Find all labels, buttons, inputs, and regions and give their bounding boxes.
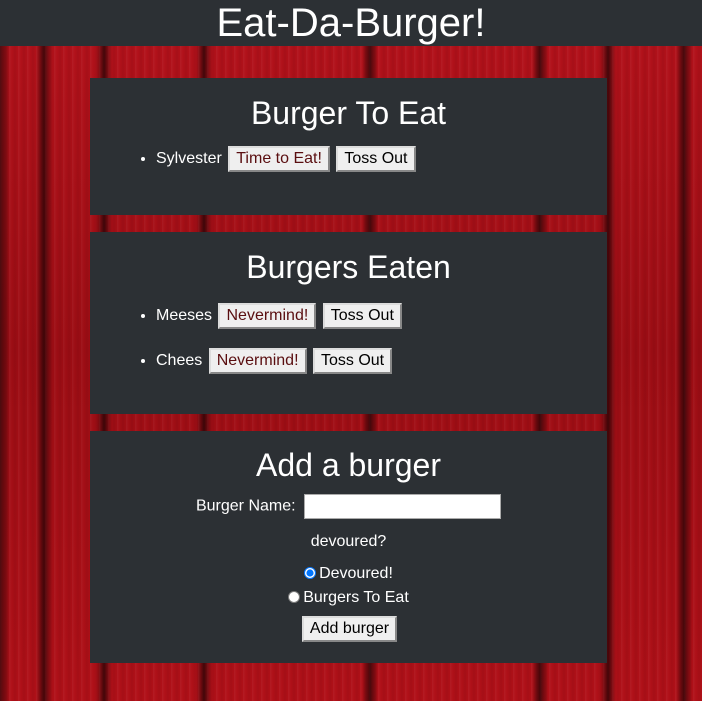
burger-name-input[interactable]	[304, 494, 502, 519]
devoured-radio[interactable]	[304, 567, 317, 579]
burger-name-label: Burger Name:	[195, 497, 296, 515]
burger-name: Sylvester	[156, 150, 222, 167]
page-header: Eat-Da-Burger!	[0, 0, 702, 46]
devoured-radio-group: Devoured! Burgers To Eat	[90, 562, 607, 610]
to-eat-radio-label[interactable]: Burgers To Eat	[303, 589, 409, 606]
devoured-option: Devoured!	[90, 562, 607, 586]
list-item: Chees Nevermind! Toss Out	[156, 348, 607, 374]
devoured-question: devoured?	[310, 533, 387, 550]
to-eat-heading: Burger To Eat	[250, 95, 447, 131]
to-eat-option: Burgers To Eat	[90, 586, 607, 610]
add-burger-heading: Add a burger	[255, 447, 441, 483]
toss-out-button[interactable]: Toss Out	[322, 303, 402, 329]
burgers-to-eat-panel: Burger To Eat Sylvester Time to Eat! Tos…	[90, 78, 607, 215]
toss-out-button[interactable]: Toss Out	[312, 348, 393, 374]
nevermind-button[interactable]: Nevermind!	[218, 303, 317, 329]
burger-name-row: Burger Name:	[90, 494, 607, 519]
burger-name: Chees	[156, 352, 203, 369]
submit-row: Add burger	[90, 616, 607, 642]
to-eat-radio[interactable]	[288, 591, 301, 603]
burgers-eaten-panel: Burgers Eaten Meeses Nevermind! Toss Out…	[90, 232, 607, 414]
burger-name: Meeses	[156, 307, 213, 324]
add-burger-button[interactable]: Add burger	[301, 616, 398, 642]
page-title: Eat-Da-Burger!	[216, 1, 486, 45]
nevermind-button[interactable]: Nevermind!	[208, 348, 307, 374]
toss-out-button[interactable]: Toss Out	[336, 146, 416, 172]
eaten-heading: Burgers Eaten	[246, 249, 451, 285]
eaten-list: Meeses Nevermind! Toss Out Chees Nevermi…	[90, 290, 607, 374]
devoured-radio-label[interactable]: Devoured!	[319, 565, 393, 582]
list-item: Meeses Nevermind! Toss Out	[156, 303, 607, 329]
time-to-eat-button[interactable]: Time to Eat!	[228, 146, 330, 172]
list-item: Sylvester Time to Eat! Toss Out	[156, 146, 607, 172]
to-eat-list: Sylvester Time to Eat! Toss Out	[90, 136, 607, 172]
add-burger-panel: Add a burger Burger Name: devoured? Devo…	[90, 431, 607, 663]
